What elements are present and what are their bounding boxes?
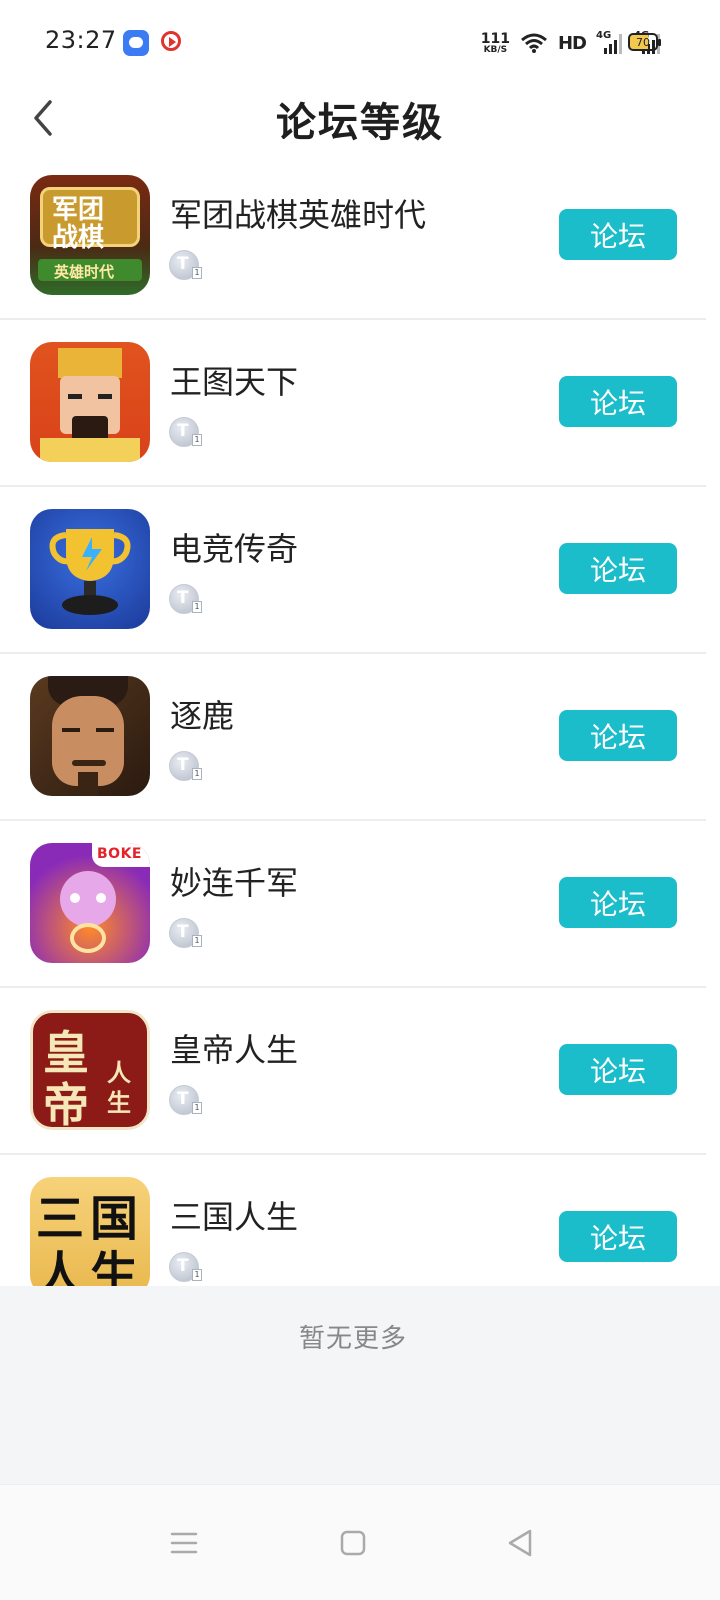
back-nav-button[interactable]	[500, 1523, 540, 1563]
level-badge-text: T	[177, 588, 189, 608]
video-app-icon	[158, 30, 184, 56]
level-badge-icon: T 1	[169, 1085, 202, 1115]
game-list-viewport[interactable]: 军团 战棋 英雄时代 军团战棋英雄时代 T 1 论坛 王图天下 T 1 论坛 电…	[0, 168, 720, 1286]
no-more-text: 暂无更多	[298, 1324, 407, 1354]
network-speed: 111 KB/S	[481, 32, 510, 55]
icon-text: 英雄时代	[54, 263, 115, 281]
game-name: 王图天下	[170, 363, 299, 401]
page-title: 论坛等级	[276, 100, 444, 146]
level-badge-number: 1	[192, 768, 202, 780]
warrior-portrait-icon	[30, 676, 150, 796]
back-triangle-icon	[508, 1529, 532, 1557]
level-badge-number: 1	[192, 601, 202, 613]
system-nav-bar	[0, 1484, 720, 1600]
list-item: 王图天下 T 1 论坛	[0, 320, 706, 487]
level-badge-text: T	[177, 1256, 189, 1276]
list-item: BOKE 妙连千军 T 1 论坛	[0, 821, 706, 988]
forum-button[interactable]: 论坛	[559, 877, 677, 928]
level-badge-icon: T 1	[169, 250, 202, 280]
list-item: 三 国 人 生 三国人生 T 1 论坛	[0, 1155, 706, 1286]
list-item: 逐鹿 T 1 论坛	[0, 654, 706, 821]
game-name: 军团战棋英雄时代	[170, 196, 427, 234]
level-badge-text: T	[177, 1089, 189, 1109]
home-button[interactable]	[333, 1523, 373, 1563]
game-name: 逐鹿	[170, 697, 235, 735]
level-badge-number: 1	[192, 1269, 202, 1281]
level-badge-icon: T 1	[169, 751, 202, 781]
game-list: 军团 战棋 英雄时代 军团战棋英雄时代 T 1 论坛 王图天下 T 1 论坛 电…	[0, 168, 720, 1286]
list-item: 皇 帝 人 生 皇帝人生 T 1 论坛	[0, 988, 706, 1155]
menu-button[interactable]	[164, 1523, 204, 1563]
signal-icon: 4G	[596, 30, 624, 56]
emperor-life-icon: 皇 帝 人 生	[30, 1010, 150, 1130]
list-item: 军团 战棋 英雄时代 军团战棋英雄时代 T 1 论坛	[0, 168, 706, 320]
icon-text: 人	[36, 1247, 85, 1286]
king-portrait-icon	[30, 342, 150, 462]
forum-button[interactable]: 论坛	[559, 376, 677, 427]
three-kingdoms-life-icon: 三 国 人 生	[30, 1177, 150, 1286]
level-badge-text: T	[177, 421, 189, 441]
chat-app-icon	[123, 30, 149, 56]
forum-button[interactable]: 论坛	[559, 209, 677, 260]
level-badge-icon: T 1	[169, 918, 202, 948]
level-badge-text: T	[177, 254, 189, 274]
icon-text: 生	[107, 1089, 131, 1117]
status-bar: 23:27 111 KB/S HD 4G 4G	[0, 0, 720, 88]
home-square-icon	[340, 1530, 366, 1556]
level-badge-text: T	[177, 922, 189, 942]
list-item: 电竞传奇 T 1 论坛	[0, 487, 706, 654]
wifi-icon	[520, 32, 548, 54]
game-name: 妙连千军	[170, 864, 299, 902]
forum-button[interactable]: 论坛	[559, 543, 677, 594]
forum-button[interactable]: 论坛	[559, 1044, 677, 1095]
forum-button[interactable]: 论坛	[559, 1211, 677, 1262]
list-end-area: 暂无更多	[0, 1286, 720, 1484]
icon-text: 生	[90, 1247, 139, 1286]
status-time: 23:27	[45, 26, 117, 54]
level-badge-number: 1	[192, 267, 202, 279]
icon-text: 帝	[43, 1078, 89, 1130]
level-badge-number: 1	[192, 434, 202, 446]
hd-indicator: HD	[557, 32, 587, 54]
level-badge-icon: T 1	[169, 417, 202, 447]
legion-chess-icon: 军团 战棋 英雄时代	[30, 175, 150, 295]
signal-label: 4G	[596, 30, 612, 41]
battery-level: 70	[636, 35, 650, 49]
trophy-icon	[30, 509, 150, 629]
level-badge-icon: T 1	[169, 584, 202, 614]
level-badge-text: T	[177, 755, 189, 775]
level-badge-icon: T 1	[169, 1252, 202, 1282]
menu-icon	[170, 1532, 198, 1554]
game-name: 三国人生	[170, 1198, 299, 1236]
level-badge-number: 1	[192, 935, 202, 947]
forum-button[interactable]: 论坛	[559, 710, 677, 761]
header: 论坛等级	[0, 88, 720, 168]
cartoon-hero-icon: BOKE	[30, 843, 150, 963]
network-speed-value: 111	[480, 30, 510, 47]
game-name: 电竞传奇	[170, 530, 299, 568]
battery-icon: 70	[628, 33, 661, 51]
icon-text: 战棋	[52, 223, 105, 253]
network-speed-unit: KB/S	[483, 44, 508, 55]
icon-text: BOKE	[97, 846, 142, 862]
level-badge-number: 1	[192, 1102, 202, 1114]
game-name: 皇帝人生	[170, 1031, 299, 1069]
